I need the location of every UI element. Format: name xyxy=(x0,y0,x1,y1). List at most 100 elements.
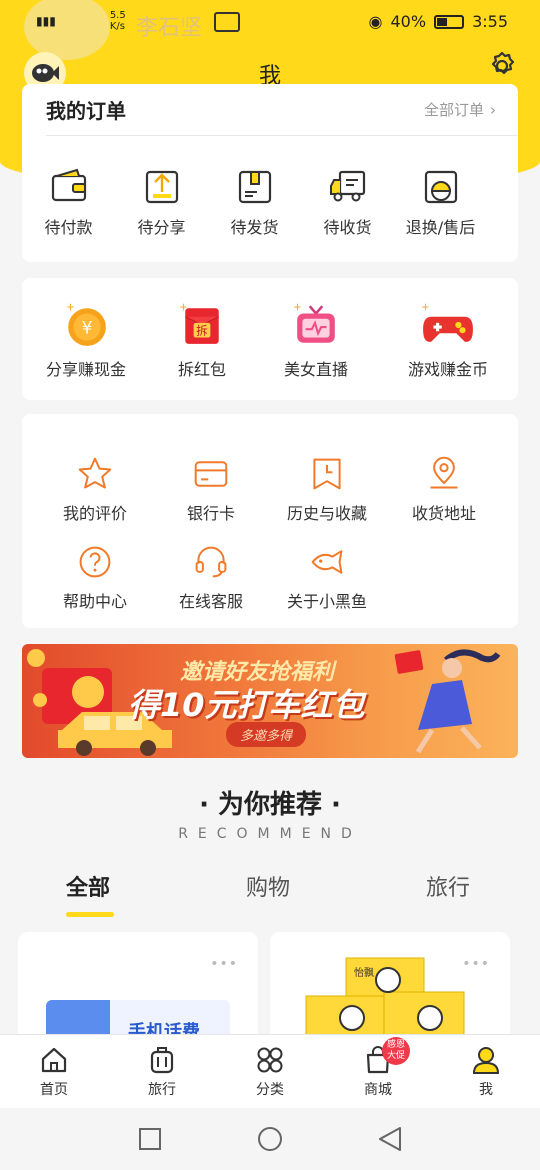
all-orders-label: 全部订单 xyxy=(423,101,484,119)
service-address-label: 收货地址 xyxy=(411,504,476,523)
net-speed: 5.5 K/s xyxy=(109,10,126,32)
tab-travel-label: 旅行 xyxy=(148,1082,176,1098)
tab-category-label: 分类 xyxy=(256,1082,284,1098)
tab-me-label: 我 xyxy=(479,1082,493,1098)
promo-share-cash-label: 分享赚现金 xyxy=(45,360,126,379)
tab-travel[interactable]: 旅行 xyxy=(426,870,470,902)
tab-all[interactable]: 全部 xyxy=(66,870,110,902)
active-tab-indicator xyxy=(66,912,114,917)
orders-title: 我的订单 xyxy=(46,99,126,123)
coin-glyph: ¥ xyxy=(82,317,93,337)
product-card-phone-bill[interactable]: ••• 手机话费 xyxy=(18,932,258,1042)
chevron-right-icon: › xyxy=(490,100,496,119)
order-after-sales[interactable]: 退换/售后 xyxy=(394,166,487,238)
services-row-2: 帮助中心 在线客服 关于小黑鱼 xyxy=(22,544,518,612)
order-pending-receive[interactable]: 待收货 xyxy=(301,166,394,238)
promo-game-coins-label: 游戏赚金币 xyxy=(407,360,488,379)
truck-icon xyxy=(329,170,365,202)
back-button[interactable] xyxy=(379,1127,401,1151)
invite-banner[interactable]: 邀请好友抢福利 得10元打车红包 多邀多得 xyxy=(22,644,518,758)
wallet-icon xyxy=(51,168,86,202)
tab-mall-label: 商城 xyxy=(364,1082,392,1098)
tab-home[interactable]: 首页 xyxy=(0,1035,108,1108)
battery-text: 40% xyxy=(390,12,427,31)
tab-travel-nav[interactable]: 旅行 xyxy=(108,1035,216,1108)
settings-gear-icon[interactable] xyxy=(486,50,518,82)
luggage-icon xyxy=(150,1047,174,1074)
service-my-reviews[interactable]: 我的评价 xyxy=(22,456,168,524)
service-history-label: 历史与收藏 xyxy=(286,504,367,523)
promo-live-stream[interactable]: + 美女直播 xyxy=(254,302,378,380)
services-card: 我的评价 银行卡 历史与收藏 收货地址 帮助中心 在线客服 关于小黑鱼 xyxy=(22,414,518,628)
order-pending-ship[interactable]: 待发货 xyxy=(208,166,301,238)
service-my-reviews-label: 我的评价 xyxy=(62,504,127,523)
promo-share-cash[interactable]: ¥ + 分享赚现金 xyxy=(22,302,150,380)
category-icon xyxy=(257,1047,283,1073)
order-pending-ship-label: 待发货 xyxy=(230,218,279,237)
package-icon xyxy=(238,170,271,204)
product-card-tissue[interactable]: ••• 怡飘 xyxy=(270,932,510,1042)
signal-icon: ▮▮▮ xyxy=(36,14,56,28)
service-about[interactable]: 关于小黑鱼 xyxy=(254,544,400,612)
order-pending-payment-label: 待付款 xyxy=(44,218,93,237)
tab-mall[interactable]: 感恩 大促 商城 xyxy=(324,1035,432,1108)
system-nav-buttons xyxy=(139,1127,401,1151)
tab-shopping[interactable]: 购物 xyxy=(246,870,290,902)
order-pending-payment[interactable]: 待付款 xyxy=(22,166,115,238)
promo-card: ¥ + 分享赚现金 拆 + 拆红包 + 美女直播 + 游戏赚金币 xyxy=(22,278,518,400)
tab-me[interactable]: 我 xyxy=(432,1035,540,1108)
banner-offer: 得10元打车红包 xyxy=(128,686,365,724)
service-address[interactable]: 收货地址 xyxy=(400,456,488,524)
svg-text:+: + xyxy=(421,302,430,313)
recommend-title: · 为你推荐 · xyxy=(199,790,341,820)
order-pending-share-label: 待分享 xyxy=(137,218,186,237)
user-icon xyxy=(472,1047,500,1074)
share-icon xyxy=(145,170,178,204)
service-help-center[interactable]: 帮助中心 xyxy=(22,544,168,612)
recommend-tabs: 全部 购物 旅行 xyxy=(0,870,540,920)
recent-apps-button[interactable] xyxy=(139,1128,161,1150)
location-icon xyxy=(430,456,458,489)
all-orders-link[interactable]: 全部订单 › xyxy=(424,99,496,120)
status-left: ▮▮▮ 5.5 K/s xyxy=(36,10,126,32)
more-options-icon[interactable]: ••• xyxy=(210,956,238,972)
clock: 3:55 xyxy=(472,12,508,31)
coin-icon: ¥ + xyxy=(66,302,106,346)
service-history[interactable]: 历史与收藏 xyxy=(254,456,400,524)
tissue-product-image: 怡飘 xyxy=(305,957,465,1042)
service-bank-card[interactable]: 银行卡 xyxy=(168,456,254,524)
envelope-glyph: 拆 xyxy=(196,323,208,337)
promo-row: ¥ + 分享赚现金 拆 + 拆红包 + 美女直播 + 游戏赚金币 xyxy=(22,302,518,380)
star-icon xyxy=(78,457,112,489)
svg-text:+: + xyxy=(179,302,188,313)
tissue-brand: 怡飘 xyxy=(354,966,374,979)
home-button[interactable] xyxy=(258,1127,282,1151)
promo-game-coins[interactable]: + 游戏赚金币 xyxy=(378,302,518,380)
help-icon xyxy=(79,546,111,578)
order-pending-share[interactable]: 待分享 xyxy=(115,166,208,238)
promo-badge: 感恩 大促 xyxy=(382,1037,410,1065)
home-icon xyxy=(41,1047,67,1073)
svg-text:+: + xyxy=(66,302,75,313)
gamepad-icon: + xyxy=(421,302,473,342)
battery-icon xyxy=(434,14,465,29)
id-card-icon xyxy=(214,12,240,32)
status-bar: ▮▮▮ 5.5 K/s 李石坚 ◉ 40% 3:55 xyxy=(0,0,540,60)
orders-status-row: 待付款 待分享 待发货 待收货 退换/售后 xyxy=(22,166,518,238)
after-sales-icon xyxy=(424,170,457,204)
svg-text:+: + xyxy=(293,302,302,313)
promo-red-envelope-label: 拆红包 xyxy=(177,360,226,379)
promo-red-envelope[interactable]: 拆 + 拆红包 xyxy=(150,302,254,380)
status-right: ◉ 40% 3:55 xyxy=(369,12,508,31)
tab-home-label: 首页 xyxy=(40,1082,68,1098)
bottom-tab-bar: 首页 旅行 分类 感恩 大促 商城 我 xyxy=(0,1034,540,1108)
bookmark-clock-icon xyxy=(313,458,341,490)
tv-icon: + xyxy=(293,302,335,343)
system-nav-bar xyxy=(0,1108,540,1170)
service-bank-card-label: 银行卡 xyxy=(186,504,235,523)
headset-icon xyxy=(195,546,227,578)
service-online-support[interactable]: 在线客服 xyxy=(168,544,254,612)
tab-category[interactable]: 分类 xyxy=(216,1035,324,1108)
eye-icon: ◉ xyxy=(368,12,383,31)
bank-card-icon xyxy=(194,461,228,487)
